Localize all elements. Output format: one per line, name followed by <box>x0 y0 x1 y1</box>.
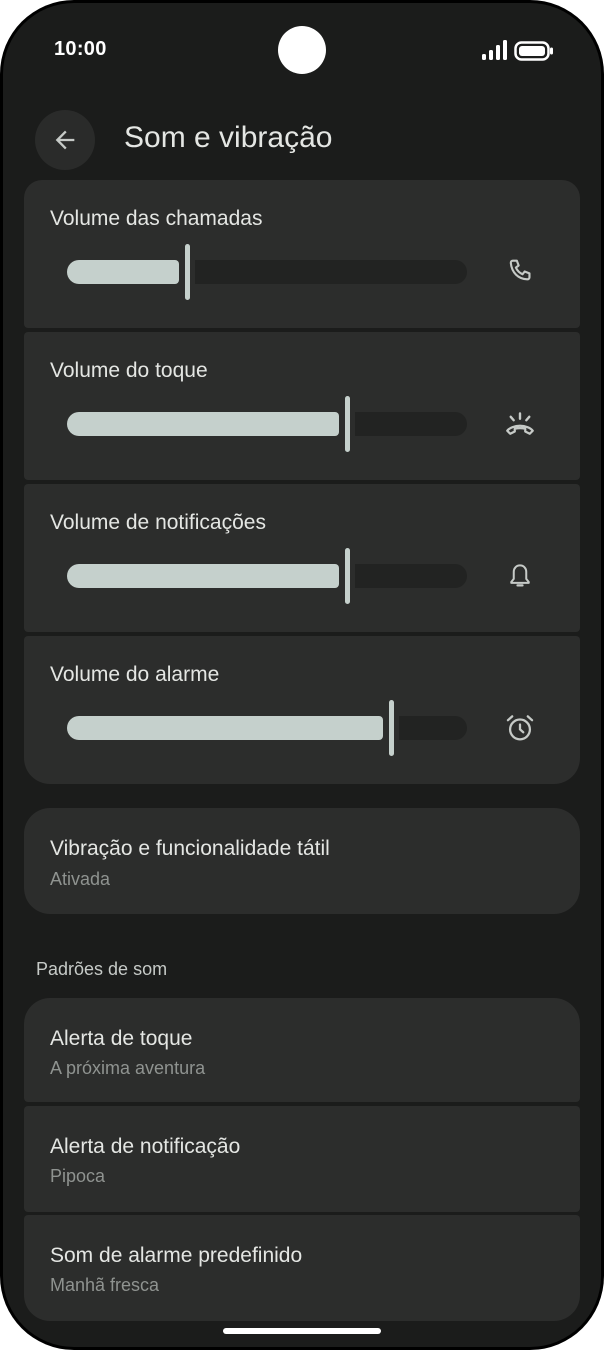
list-item-subtitle: Pipoca <box>50 1166 106 1186</box>
list-item-title: Alerta de notificação <box>50 1135 241 1158</box>
signal-icon <box>482 40 507 60</box>
vibration-title: Vibração e funcionalidade tátil <box>50 837 330 860</box>
volume-row-alarm: Volume do alarme <box>24 636 580 784</box>
slider-thumb[interactable] <box>185 244 190 300</box>
phone-icon <box>502 254 538 290</box>
slider-track <box>355 412 467 436</box>
page-title: Som e vibração <box>124 121 333 154</box>
notification-sound-item[interactable]: Alerta de notificação Pipoca <box>24 1106 580 1212</box>
volume-group: Volume das chamadas Volume do toque Volu… <box>24 180 580 784</box>
alarm-sound-item[interactable]: Som de alarme predefinido Manhã fresca <box>24 1215 580 1321</box>
slider-track <box>399 716 467 740</box>
slider-fill <box>67 412 339 436</box>
volume-label: Volume de notificações <box>50 511 266 534</box>
vibration-status: Ativada <box>50 869 111 889</box>
notification-volume-slider[interactable] <box>67 548 467 604</box>
slider-track <box>195 260 467 284</box>
slider-fill <box>67 564 339 588</box>
battery-icon <box>514 41 553 61</box>
volume-label: Volume do alarme <box>50 663 220 686</box>
alarm-volume-slider[interactable] <box>67 700 467 756</box>
slider-thumb[interactable] <box>389 700 394 756</box>
alarm-clock-icon <box>502 710 538 746</box>
back-button[interactable] <box>35 110 95 170</box>
volume-row-notification: Volume de notificações <box>24 484 580 632</box>
volume-row-call: Volume das chamadas <box>24 180 580 328</box>
ringer-icon <box>502 406 538 442</box>
slider-thumb[interactable] <box>345 396 350 452</box>
list-item-subtitle: A próxima aventura <box>50 1058 206 1078</box>
slider-track <box>355 564 467 588</box>
slider-fill <box>67 260 179 284</box>
bell-icon <box>502 558 538 594</box>
volume-label: Volume das chamadas <box>50 207 263 230</box>
call-volume-slider[interactable] <box>67 244 467 300</box>
slider-fill <box>67 716 383 740</box>
list-item-title: Som de alarme predefinido <box>50 1244 303 1267</box>
volume-label: Volume do toque <box>50 359 208 382</box>
list-item-subtitle: Manhã fresca <box>50 1275 160 1295</box>
status-time: 10:00 <box>54 38 107 60</box>
ringtone-item[interactable]: Alerta de toque A próxima aventura <box>24 998 580 1102</box>
volume-row-ring: Volume do toque <box>24 332 580 480</box>
ring-volume-slider[interactable] <box>67 396 467 452</box>
arrow-left-icon <box>55 130 75 150</box>
phone-frame: 10:00 Som e vibração Volume das chamadas <box>0 0 604 1350</box>
home-indicator[interactable] <box>223 1328 381 1334</box>
slider-thumb[interactable] <box>345 548 350 604</box>
front-camera <box>278 26 326 74</box>
list-item-title: Alerta de toque <box>50 1027 193 1050</box>
section-header-sound-defaults: Padrões de som <box>36 959 168 979</box>
vibration-haptics-item[interactable]: Vibração e funcionalidade tátil Ativada <box>24 808 580 914</box>
screen: 10:00 Som e vibração Volume das chamadas <box>3 3 601 1347</box>
